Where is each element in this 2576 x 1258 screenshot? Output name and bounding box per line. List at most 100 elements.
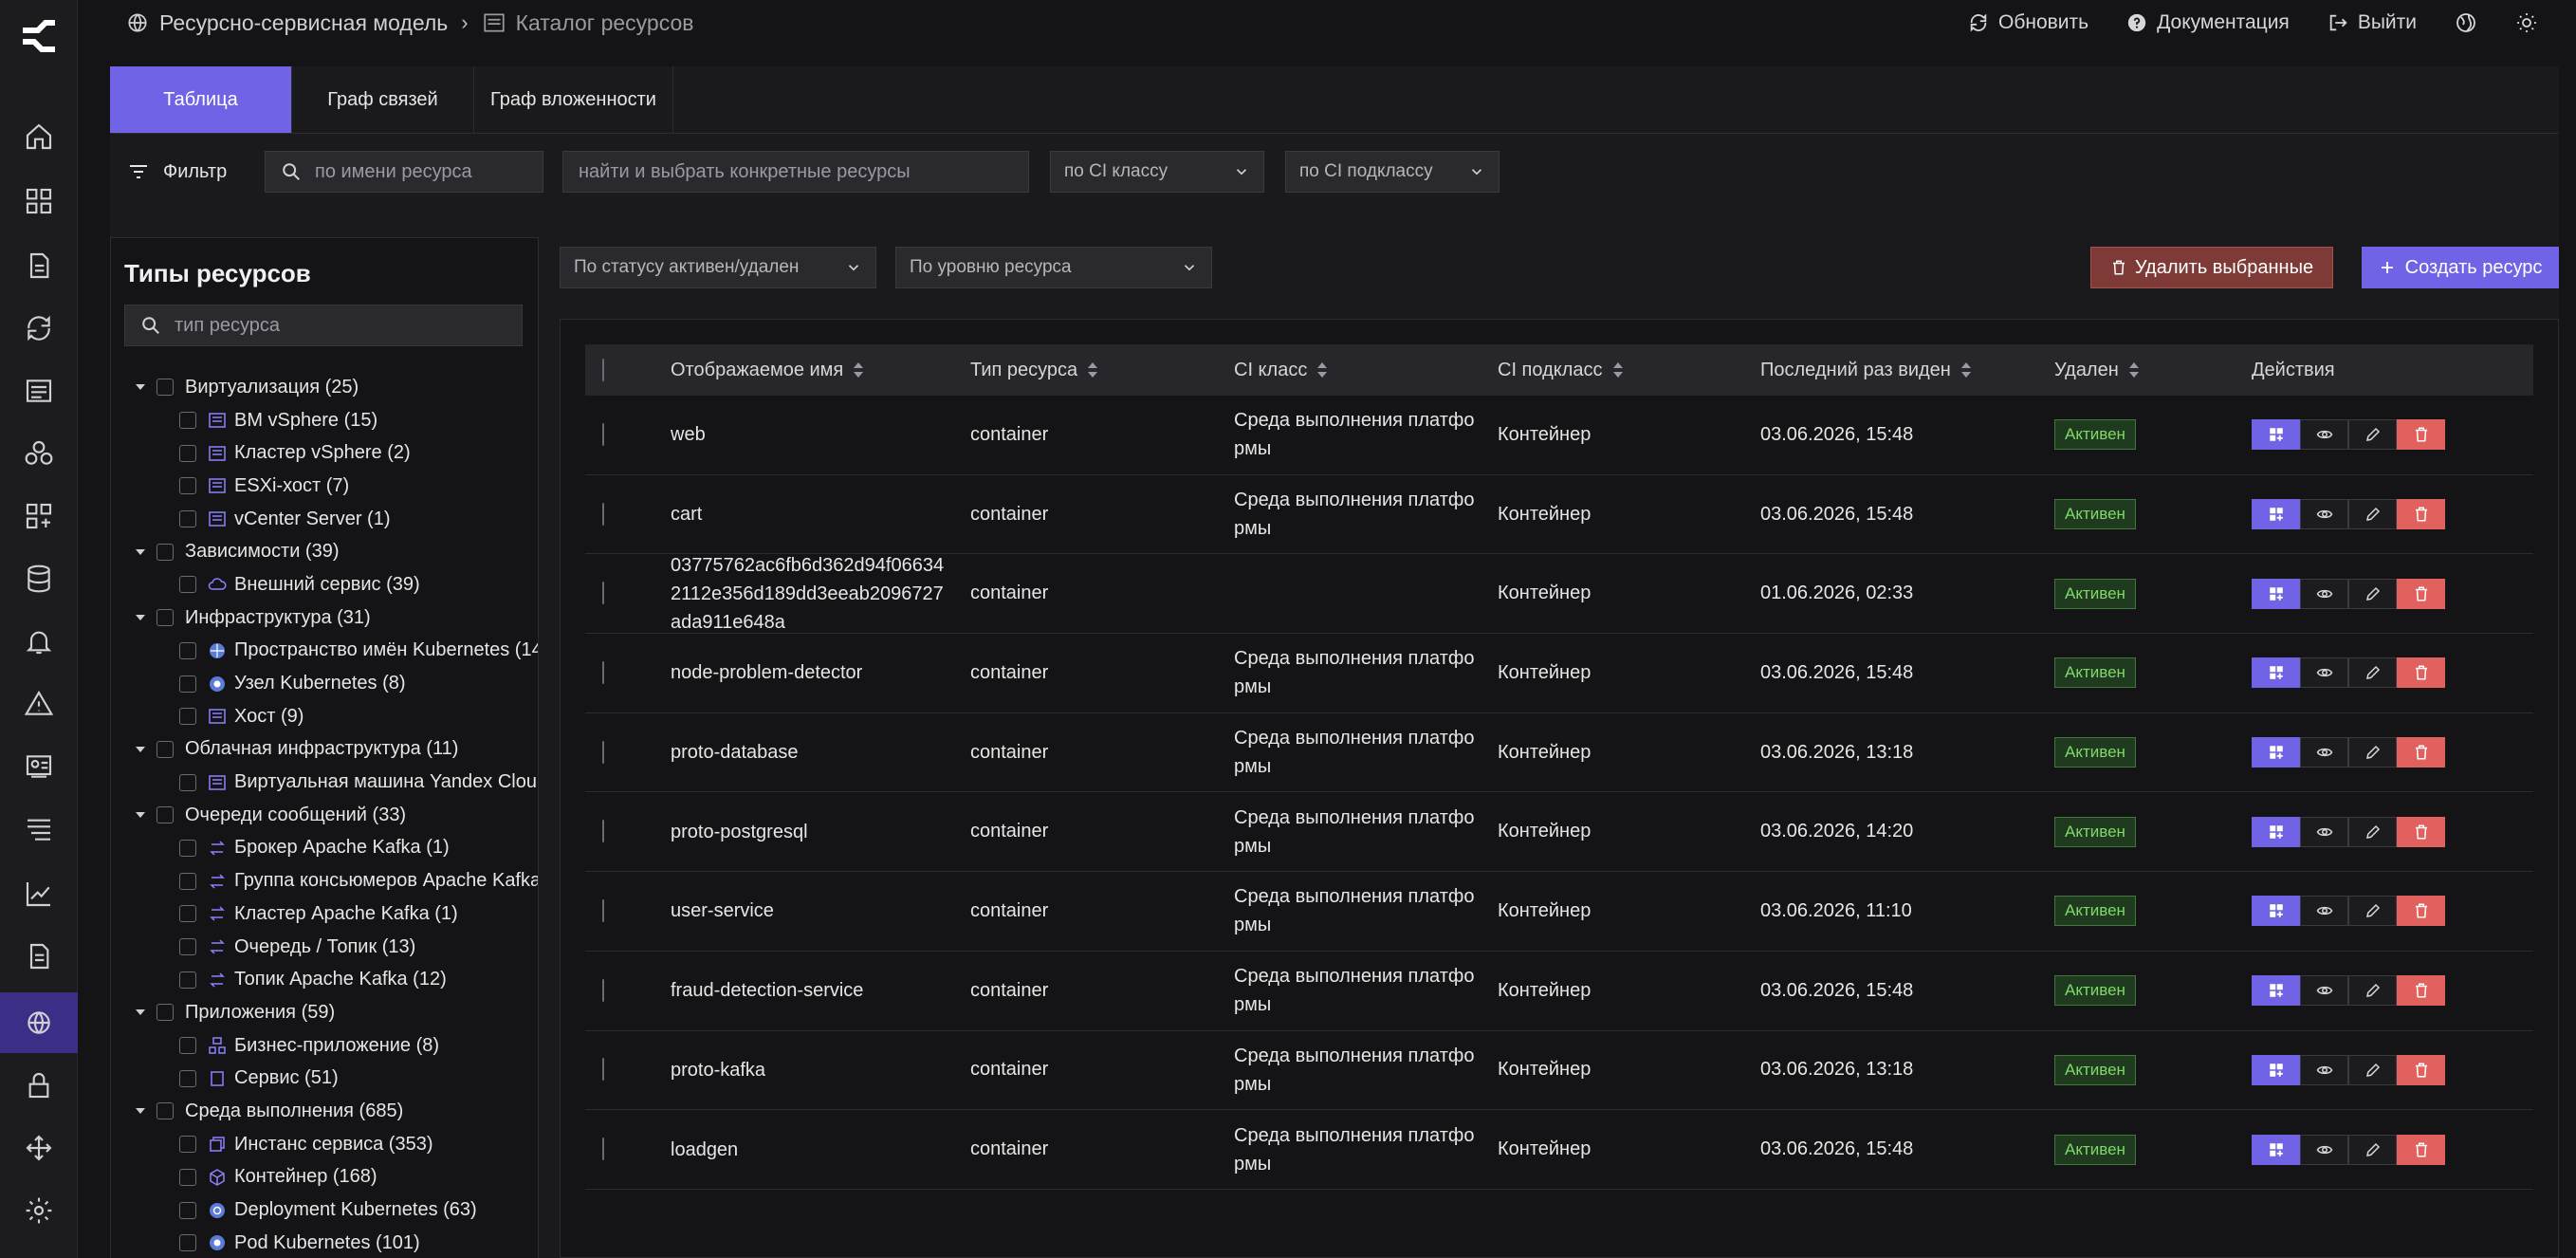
tree-checkbox[interactable] <box>156 543 174 561</box>
tree-checkbox[interactable] <box>179 839 196 857</box>
caret-down-icon[interactable] <box>134 808 147 822</box>
edit-button[interactable] <box>2348 1134 2397 1165</box>
row-checkbox[interactable] <box>602 740 604 764</box>
tree-checkbox[interactable] <box>179 708 196 726</box>
tree-checkbox[interactable] <box>179 773 196 791</box>
column-last-seen[interactable]: Последний раз виден <box>1760 360 2054 381</box>
caret-down-icon[interactable] <box>134 380 147 394</box>
tab-relations-graph[interactable]: Граф связей <box>292 66 474 133</box>
tree-checkbox[interactable] <box>156 379 174 397</box>
tree-group[interactable]: Зависимости (39) <box>111 535 538 568</box>
tree-checkbox[interactable] <box>156 1004 174 1022</box>
tree-checkbox[interactable] <box>179 872 196 890</box>
tree-group[interactable]: Облачная инфраструктура (11) <box>111 733 538 767</box>
column-resource-type[interactable]: Тип ресурса <box>970 360 1234 381</box>
nav-apps-icon[interactable] <box>0 486 78 546</box>
nav-cluster-icon[interactable] <box>0 423 78 484</box>
name-search-input[interactable]: по имени ресурса <box>265 151 543 193</box>
open-dashboard-button[interactable] <box>2252 816 2300 847</box>
open-dashboard-button[interactable] <box>2252 419 2300 451</box>
row-checkbox[interactable] <box>602 582 604 605</box>
view-button[interactable] <box>2300 896 2348 927</box>
open-dashboard-button[interactable] <box>2252 737 2300 768</box>
filter-toggle[interactable]: Фильтр <box>127 160 265 183</box>
open-dashboard-button[interactable] <box>2252 975 2300 1007</box>
delete-selected-button[interactable]: Удалить выбранные <box>2090 247 2333 288</box>
tree-item[interactable]: Pod Kubernetes (101) <box>111 1227 538 1258</box>
tree-group[interactable]: Инфраструктура (31) <box>111 601 538 635</box>
nav-dashboards-icon[interactable] <box>0 171 78 231</box>
row-checkbox[interactable] <box>602 1138 604 1161</box>
tree-checkbox[interactable] <box>179 675 196 693</box>
caret-down-icon[interactable] <box>134 611 147 624</box>
breadcrumb-resource-model[interactable]: Ресурсно-сервисная модель <box>125 10 448 36</box>
tree-checkbox[interactable] <box>179 1069 196 1087</box>
tree-checkbox[interactable] <box>179 510 196 528</box>
tree-item[interactable]: Кластер vSphere (2) <box>111 436 538 470</box>
caret-down-icon[interactable] <box>134 1104 147 1118</box>
edit-button[interactable] <box>2348 896 2397 927</box>
ci-subclass-select[interactable]: по CI подклассу <box>1285 151 1500 193</box>
tree-checkbox[interactable] <box>179 412 196 430</box>
nav-layers-icon[interactable] <box>0 799 78 860</box>
row-checkbox[interactable] <box>602 820 604 843</box>
ci-class-select[interactable]: по CI классу <box>1050 151 1264 193</box>
row-checkbox[interactable] <box>602 502 604 526</box>
tree-checkbox[interactable] <box>179 1136 196 1154</box>
open-dashboard-button[interactable] <box>2252 657 2300 689</box>
tree-item[interactable]: Виртуальная машина Yandex Clou <box>111 766 538 799</box>
edit-button[interactable] <box>2348 578 2397 609</box>
tree-item[interactable]: Внешний сервис (39) <box>111 568 538 601</box>
table-row[interactable]: fraud-detection-service container Среда … <box>585 952 2533 1031</box>
row-checkbox[interactable] <box>602 978 604 1002</box>
tree-item[interactable]: ВМ vSphere (15) <box>111 404 538 437</box>
tree-item[interactable]: Сервис (51) <box>111 1062 538 1095</box>
open-dashboard-button[interactable] <box>2252 1054 2300 1085</box>
tree-item[interactable]: Топик Apache Kafka (12) <box>111 963 538 996</box>
view-button[interactable] <box>2300 1054 2348 1085</box>
tree-item[interactable]: Группа консьюмеров Apache Kafka <box>111 864 538 897</box>
table-row[interactable]: node-problem-detector container Среда вы… <box>585 634 2533 713</box>
tree-item[interactable]: Узел Kubernetes (8) <box>111 667 538 700</box>
docs-button[interactable]: Документация <box>2126 11 2290 34</box>
table-row[interactable]: 03775762ac6fb6d362d94f06634 2112e356d189… <box>585 554 2533 635</box>
delete-button[interactable] <box>2397 499 2445 530</box>
tree-item[interactable]: Пространство имён Kubernetes (14 <box>111 635 538 668</box>
theme-sun-icon[interactable] <box>2515 11 2538 34</box>
edit-button[interactable] <box>2348 657 2397 689</box>
resource-type-search-input[interactable]: тип ресурса <box>124 305 523 346</box>
tree-checkbox[interactable] <box>179 1234 196 1252</box>
tree-group[interactable]: Среда выполнения (685) <box>111 1095 538 1128</box>
nav-list-icon[interactable] <box>0 361 78 421</box>
delete-button[interactable] <box>2397 816 2445 847</box>
edit-button[interactable] <box>2348 1054 2397 1085</box>
row-checkbox[interactable] <box>602 898 604 922</box>
delete-button[interactable] <box>2397 896 2445 927</box>
row-checkbox[interactable] <box>602 422 604 446</box>
open-dashboard-button[interactable] <box>2252 896 2300 927</box>
nav-resource-model-icon[interactable] <box>0 992 78 1053</box>
logout-button[interactable]: Выйти <box>2328 11 2417 34</box>
tree-item[interactable]: Deployment Kubernetes (63) <box>111 1193 538 1227</box>
view-button[interactable] <box>2300 499 2348 530</box>
view-button[interactable] <box>2300 657 2348 689</box>
tab-nesting-graph[interactable]: Граф вложенности <box>474 66 673 133</box>
edit-button[interactable] <box>2348 737 2397 768</box>
view-button[interactable] <box>2300 737 2348 768</box>
row-checkbox[interactable] <box>602 660 604 684</box>
app-logo[interactable] <box>17 17 61 55</box>
tab-table[interactable]: Таблица <box>110 66 292 133</box>
nav-docs-icon[interactable] <box>0 235 78 296</box>
tree-item[interactable]: Контейнер (168) <box>111 1161 538 1194</box>
tree-checkbox[interactable] <box>156 806 174 824</box>
nav-chart-icon[interactable] <box>0 863 78 924</box>
table-row[interactable]: web container Среда выполнения платфо рм… <box>585 396 2533 475</box>
nav-sync-icon[interactable] <box>0 298 78 359</box>
view-button[interactable] <box>2300 816 2348 847</box>
tree-checkbox[interactable] <box>179 576 196 594</box>
delete-button[interactable] <box>2397 419 2445 451</box>
refresh-button[interactable]: Обновить <box>1968 11 2088 34</box>
column-display-name[interactable]: Отображаемое имя <box>671 356 970 384</box>
view-button[interactable] <box>2300 975 2348 1007</box>
tree-item[interactable]: Брокер Apache Kafka (1) <box>111 832 538 865</box>
